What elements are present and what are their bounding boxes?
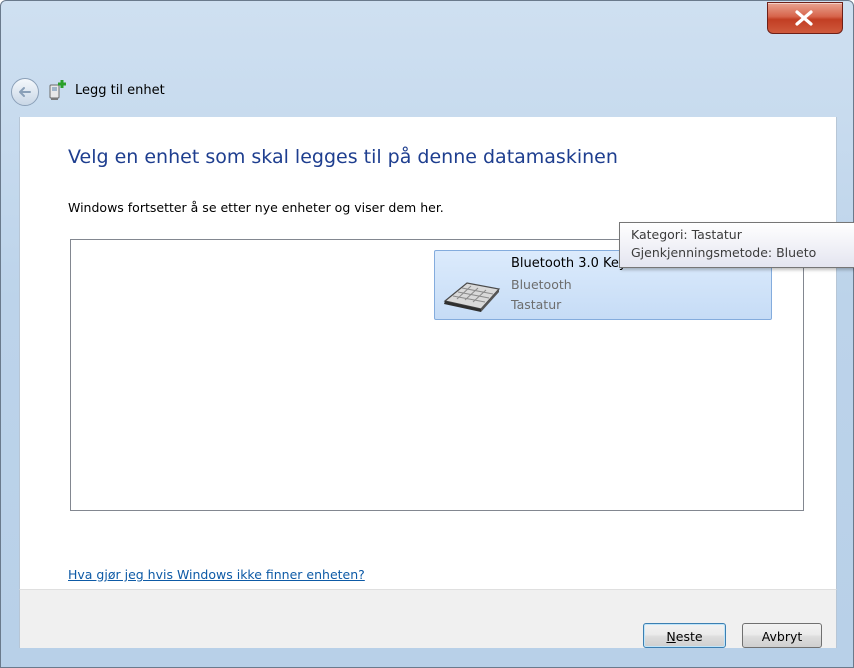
close-icon (795, 10, 813, 26)
page-subtitle: Windows fortsetter å se etter nye enhete… (68, 200, 444, 215)
wizard-footer: Neste Avbryt (19, 589, 837, 648)
close-button[interactable] (767, 2, 843, 34)
wizard-content: Velg en enhet som skal legges til på den… (19, 117, 837, 589)
add-device-window: Legg til enhet Velg en enhet som skal le… (0, 0, 854, 668)
tooltip-category: Kategori: Tastatur (631, 227, 742, 242)
device-tooltip: Kategori: Tastatur Gjenkjenningsmetode: … (619, 222, 854, 268)
title-bar[interactable] (1, 1, 853, 65)
help-link[interactable]: Hva gjør jeg hvis Windows ikke finner en… (68, 567, 365, 582)
back-button[interactable] (11, 78, 39, 106)
keyboard-icon (443, 282, 501, 312)
add-device-icon (49, 80, 66, 100)
wizard-title: Legg til enhet (75, 83, 165, 98)
page-heading: Velg en enhet som skal legges til på den… (68, 146, 618, 168)
back-arrow-icon (19, 87, 31, 97)
next-button-access-key: N (666, 629, 676, 644)
device-type: Bluetooth (511, 277, 572, 292)
device-list[interactable]: Bluetooth 3.0 Keyboard Bluetooth Tastatu… (70, 239, 804, 511)
next-button[interactable]: Neste (643, 623, 726, 648)
wizard-nav-bar: Legg til enhet (1, 65, 853, 117)
device-category: Tastatur (511, 297, 562, 312)
cancel-button[interactable]: Avbryt (742, 623, 822, 648)
tooltip-detection-method: Gjenkjenningsmetode: Blueto (631, 245, 817, 260)
next-button-label: este (675, 629, 703, 644)
